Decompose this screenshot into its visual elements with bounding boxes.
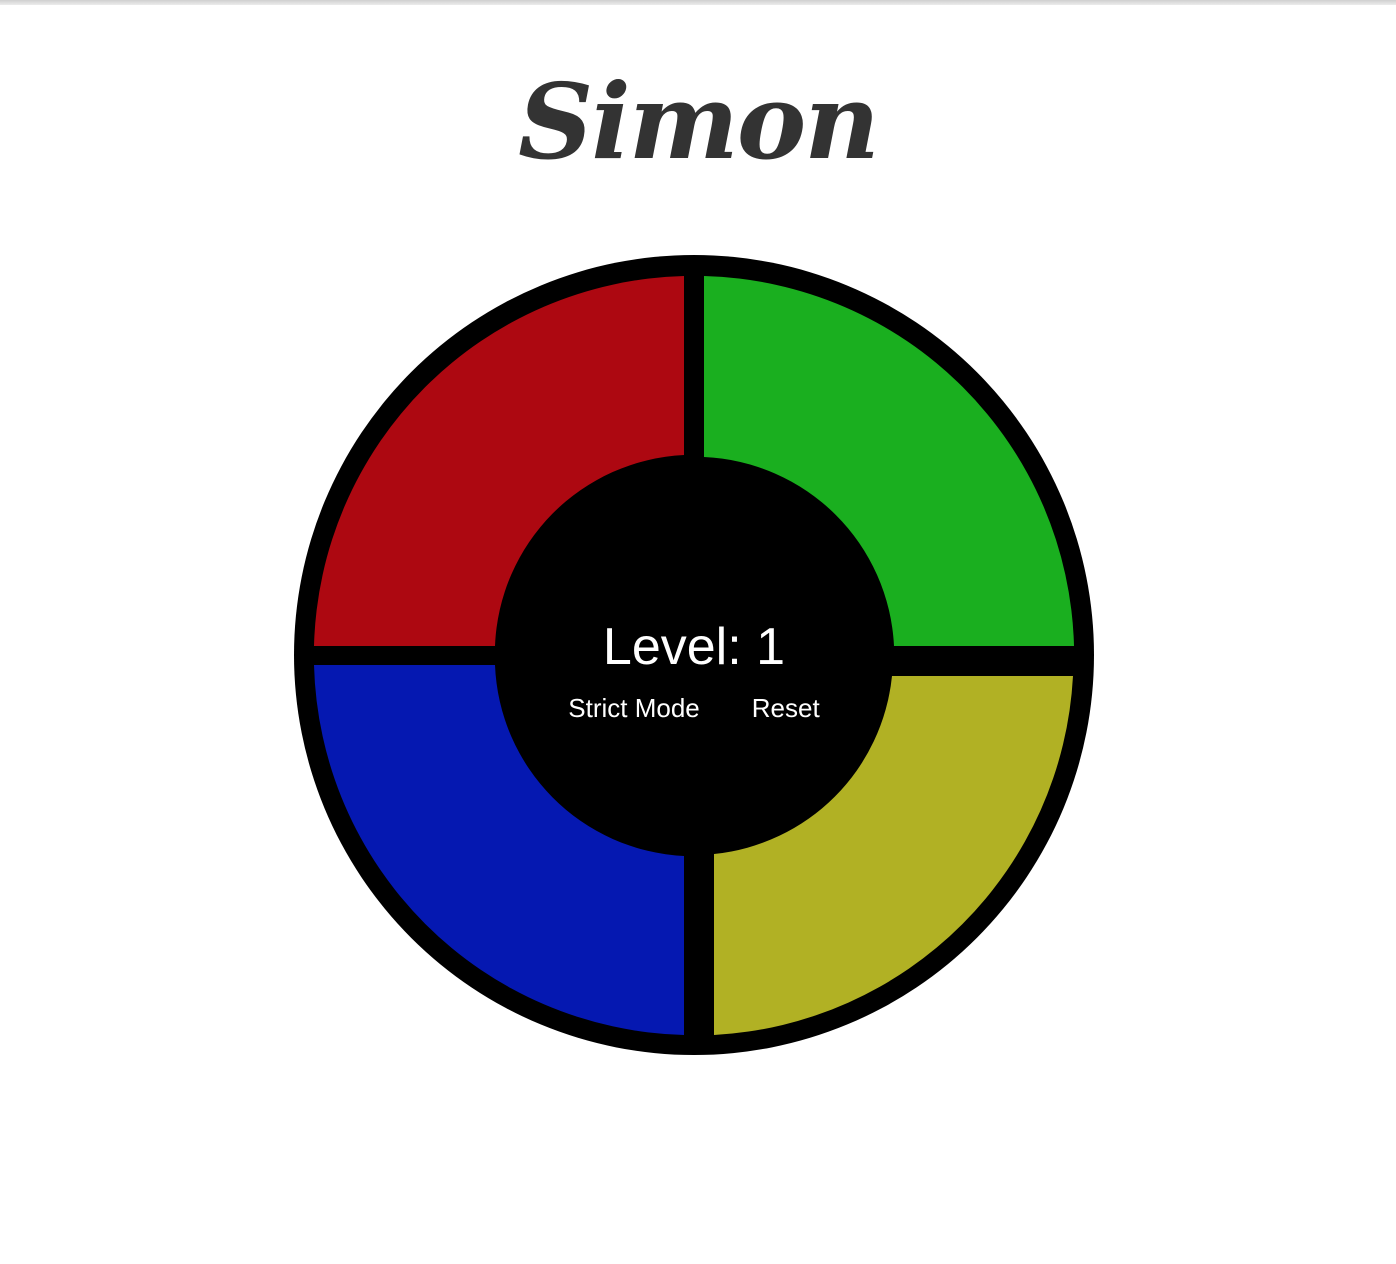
- control-buttons: Strict Mode Reset: [294, 693, 1094, 723]
- level-display: Level: 1: [602, 618, 786, 676]
- strict-mode-button[interactable]: Strict Mode: [568, 693, 700, 723]
- reset-button[interactable]: Reset: [752, 693, 820, 723]
- page-title: Simon: [518, 60, 880, 183]
- browser-top-edge: [0, 0, 1396, 5]
- simon-board: Level: 1 Strict Mode Reset: [294, 255, 1094, 1055]
